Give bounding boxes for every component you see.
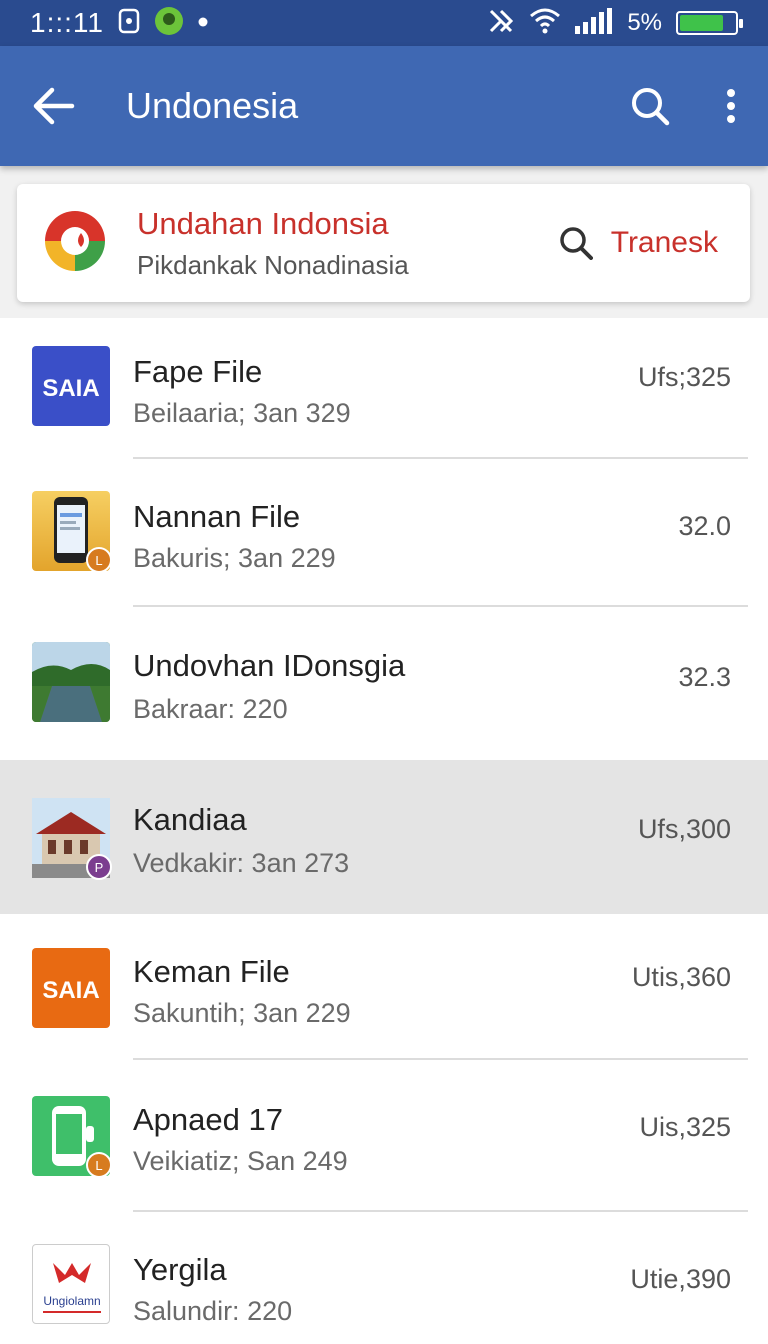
list-item[interactable]: Ungiolamn Yergila Salundir: 220 Utie,390 xyxy=(0,1214,768,1344)
app-badge: L xyxy=(86,547,112,573)
item-subtitle: Salundir: 220 xyxy=(133,1296,293,1326)
list-item-selected[interactable]: P Kandiaa Vedkakir: 3an 273 Ufs,300 xyxy=(0,760,768,914)
building-photo-thumbnail: P xyxy=(32,798,112,880)
item-subtitle: Veikiatiz; San 249 xyxy=(133,1146,348,1176)
item-value: Utis,360 xyxy=(631,962,731,992)
app-bar: Undonesia xyxy=(0,46,768,166)
thumb-text: Ungiolamn xyxy=(43,1294,100,1308)
nfc-icon xyxy=(487,7,515,40)
item-title: Nannan File xyxy=(133,499,301,534)
page-title: Undonesia xyxy=(126,85,299,126)
app-badge: P xyxy=(86,854,112,880)
item-title: Kandiaa xyxy=(133,802,247,837)
divider xyxy=(133,1210,748,1212)
app-notification-icon xyxy=(154,6,184,41)
item-subtitle: Sakuntih; 3an 229 xyxy=(133,998,351,1028)
item-value: Utie,390 xyxy=(630,1264,731,1294)
list-item[interactable]: Undovhan IDonsgia Bakraar: 220 32.3 xyxy=(0,608,768,760)
item-subtitle: Vedkakir: 3an 273 xyxy=(133,848,350,878)
feature-title: Undahan Indonsia xyxy=(137,205,389,241)
item-title: Keman File xyxy=(133,954,290,989)
phone-app-thumbnail: L xyxy=(32,491,112,573)
wifi-icon xyxy=(529,8,561,39)
notification-box-icon xyxy=(118,8,140,39)
feature-card[interactable]: Undahan Indonsia Pikdankak Nonadinasia T… xyxy=(17,184,750,302)
brand-logo-icon xyxy=(41,207,109,280)
feature-subtitle: Pikdankak Nonadinasia xyxy=(137,249,409,280)
item-title: Undovhan IDonsgia xyxy=(133,648,406,683)
thumb-text: SAIA xyxy=(42,977,99,1004)
list-item[interactable]: SAIA Keman File Sakuntih; 3an 229 Utis,3… xyxy=(0,914,768,1066)
item-subtitle: Bakuris; 3an 229 xyxy=(133,543,336,573)
divider xyxy=(133,605,748,607)
divider xyxy=(133,457,748,459)
phone-app-thumbnail: L xyxy=(32,1096,112,1178)
status-bar: 1:::11 5% xyxy=(0,0,768,46)
divider xyxy=(133,1058,748,1060)
item-title: Fape File xyxy=(133,354,263,389)
app-badge: L xyxy=(86,1152,112,1178)
status-time: 1:::11 xyxy=(30,7,104,38)
item-subtitle: Bakraar: 220 xyxy=(133,694,288,724)
item-title: Apnaed 17 xyxy=(133,1102,283,1137)
item-value: Ufs;325 xyxy=(637,362,731,392)
back-arrow-icon[interactable] xyxy=(32,86,76,126)
brand-logo-thumbnail: Ungiolamn xyxy=(32,1244,110,1324)
battery-percent: 5% xyxy=(627,9,662,36)
battery-icon xyxy=(676,11,743,35)
item-value: 32.3 xyxy=(678,662,731,692)
translate-label: Tranesk xyxy=(610,226,718,259)
search-icon xyxy=(559,227,593,260)
river-photo-thumbnail xyxy=(32,642,110,722)
item-value: Ufs,300 xyxy=(637,814,731,844)
list-item[interactable]: SAIA Fape File Beilaaria; 3an 329 Ufs;32… xyxy=(0,318,768,470)
item-title: Yergila xyxy=(133,1252,227,1287)
file-list: SAIA Fape File Beilaaria; 3an 329 Ufs;32… xyxy=(0,318,768,1344)
search-icon[interactable] xyxy=(630,86,670,126)
list-item[interactable]: L Nannan File Bakuris; 3an 229 32.0 xyxy=(0,463,768,615)
item-value: Uis,325 xyxy=(639,1112,731,1142)
list-item[interactable]: L Apnaed 17 Veikiatiz; San 249 Uis,325 xyxy=(0,1062,768,1214)
dot-indicator-icon xyxy=(198,14,208,32)
app-thumbnail: SAIA xyxy=(32,346,110,426)
translate-button[interactable]: Tranesk xyxy=(559,226,718,260)
thumb-text: SAIA xyxy=(42,375,99,402)
more-vert-icon[interactable] xyxy=(726,88,736,124)
item-subtitle: Beilaaria; 3an 329 xyxy=(133,398,351,428)
app-thumbnail: SAIA xyxy=(32,948,110,1028)
item-value: 32.0 xyxy=(678,511,731,541)
signal-icon xyxy=(575,7,613,39)
